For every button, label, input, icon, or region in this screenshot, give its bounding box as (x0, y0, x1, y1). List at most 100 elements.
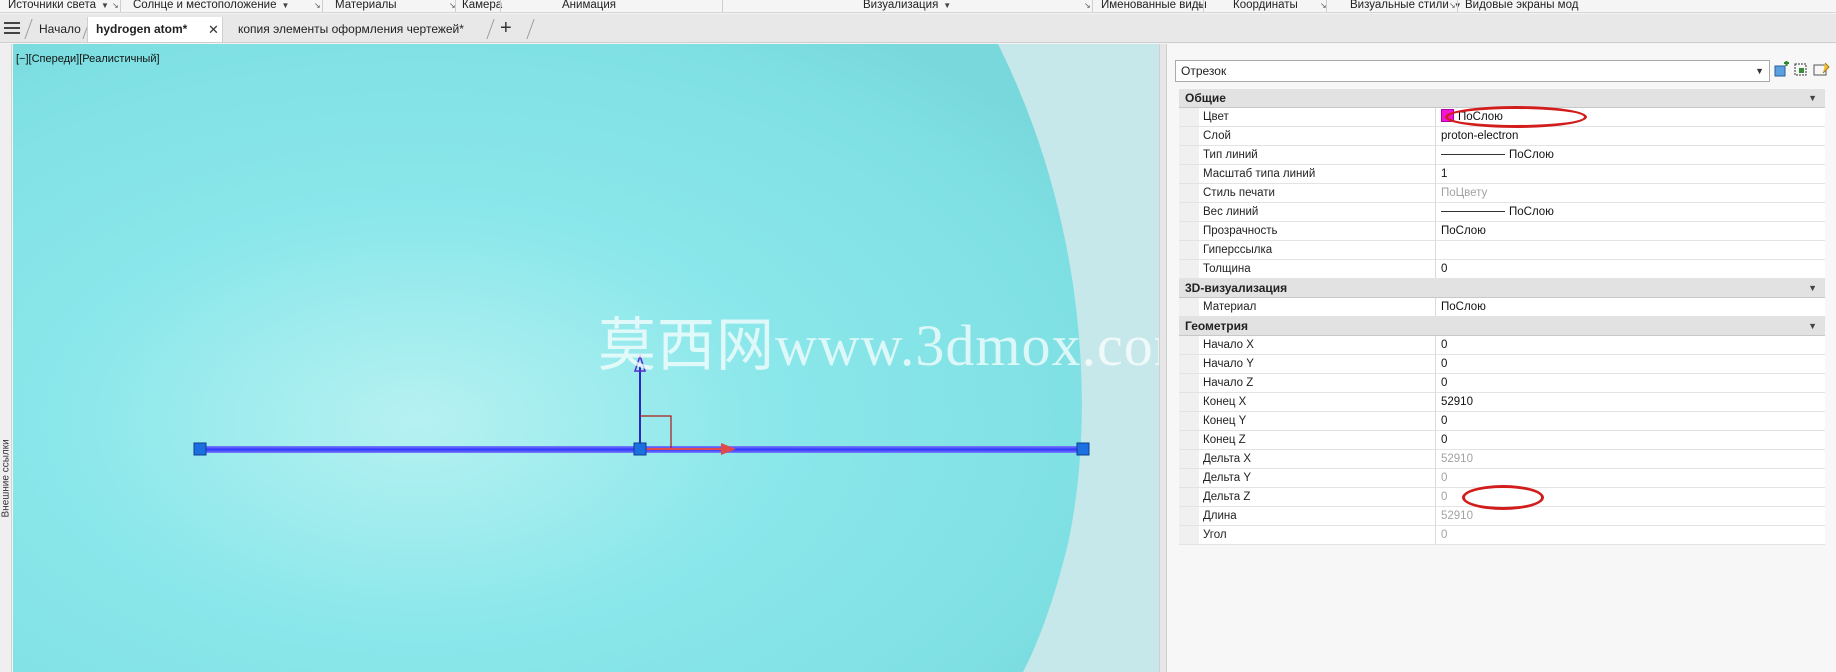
property-row[interactable]: Дельта Y 0 (1179, 469, 1825, 488)
row-gutter (1179, 127, 1199, 145)
property-value-text: 0 (1441, 472, 1448, 484)
property-name: Слой (1199, 127, 1436, 145)
property-row[interactable]: Цвет ПоСлою (1179, 108, 1825, 127)
property-row[interactable]: Материал ПоСлою (1179, 298, 1825, 317)
object-type-select[interactable]: Отрезок ▼ (1175, 60, 1770, 82)
property-row[interactable]: Начало Y 0 (1179, 355, 1825, 374)
close-tab-icon[interactable]: ✕ (208, 17, 219, 42)
property-row[interactable]: Конец Y 0 (1179, 412, 1825, 431)
tab-start[interactable]: Начало (31, 17, 89, 42)
panel-launcher-icon[interactable]: ↘ (1196, 1, 1203, 10)
property-name: Стиль печати (1199, 184, 1436, 202)
property-value[interactable]: 0 (1437, 374, 1825, 392)
section-header[interactable]: 3D-визуализация ▼ (1179, 279, 1825, 298)
ribbon-separator (1203, 0, 1204, 12)
property-row[interactable]: Начало X 0 (1179, 336, 1825, 355)
property-row[interactable]: Длина 52910 (1179, 507, 1825, 526)
section-header[interactable]: Общие ▼ (1179, 89, 1825, 108)
property-row[interactable]: Дельта X 52910 (1179, 450, 1825, 469)
ribbon-panel-label: Визуализация (863, 0, 939, 11)
color-swatch-icon (1441, 109, 1454, 122)
row-gutter (1179, 374, 1199, 392)
property-value[interactable]: 0 (1437, 412, 1825, 430)
panel-launcher-icon[interactable]: ↘ (1449, 1, 1456, 10)
property-row[interactable]: Конец Z 0 (1179, 431, 1825, 450)
property-name: Начало Z (1199, 374, 1436, 392)
toggle-pickadd-icon[interactable] (1773, 61, 1791, 79)
panel-launcher-icon[interactable]: ↘ (314, 1, 321, 10)
property-row[interactable]: Вес линий ПоСлою (1179, 203, 1825, 222)
grip-mid-point[interactable] (633, 442, 647, 456)
row-gutter (1179, 450, 1199, 468)
menu-icon[interactable] (4, 22, 20, 34)
property-value-text: proton-electron (1441, 130, 1519, 142)
property-row[interactable]: Стиль печати ПоЦвету (1179, 184, 1825, 203)
tab-hydrogen-atom[interactable]: hydrogen atom* (87, 17, 223, 42)
property-value-text: 0 (1441, 434, 1448, 446)
property-value[interactable]: 0 (1437, 355, 1825, 373)
section-header[interactable]: Геометрия ▼ (1179, 317, 1825, 336)
ribbon-panel-8[interactable]: Координаты (1233, 0, 1298, 12)
property-value[interactable]: ПоСлою (1437, 108, 1825, 126)
chevron-down-icon[interactable]: ▼ (282, 1, 290, 10)
ribbon-panel-2[interactable]: Солнце и местоположение ▼ (133, 0, 290, 12)
drawing-viewport[interactable]: [−][Спереди][Реалистичный] 莫西网www.3dmox.… (13, 44, 1159, 672)
property-value[interactable]: proton-electron (1437, 127, 1825, 145)
property-value[interactable]: ПоСлою (1437, 222, 1825, 240)
tab-drawing-elements-copy[interactable]: копия элементы оформления чертежей* (230, 17, 472, 42)
select-objects-icon[interactable] (1793, 61, 1811, 79)
external-references-strip[interactable]: Внешние ссылки (0, 44, 12, 672)
row-gutter (1179, 336, 1199, 354)
panel-launcher-icon[interactable]: ↘ (112, 1, 119, 10)
property-value: 52910 (1437, 507, 1825, 525)
property-value[interactable]: 1 (1437, 165, 1825, 183)
property-row[interactable]: Угол 0 (1179, 526, 1825, 545)
ribbon-panel-9[interactable]: Визуальные стили▼ (1350, 0, 1462, 12)
ribbon-panel-1[interactable]: Источники света ▼ (8, 0, 109, 12)
chevron-down-icon[interactable]: ▼ (1755, 61, 1764, 81)
property-value[interactable]: ПоСлою (1437, 298, 1825, 316)
panel-launcher-icon[interactable]: ↘ (449, 1, 456, 10)
ribbon-panel-7[interactable]: Именованные виды (1101, 0, 1207, 12)
property-row[interactable]: Слой proton-electron (1179, 127, 1825, 146)
new-tab-icon[interactable]: + (500, 16, 512, 41)
ribbon-panel-10[interactable]: Видовые экраны мод (1465, 0, 1578, 12)
property-row[interactable]: Дельта Z 0 (1179, 488, 1825, 507)
grip-start-point[interactable] (193, 442, 207, 456)
property-value[interactable]: 0 (1437, 336, 1825, 354)
grip-end-point[interactable] (1076, 442, 1090, 456)
property-name: Длина (1199, 507, 1436, 525)
document-tab-bar: Начало hydrogen atom* ✕ копия элементы о… (0, 14, 1836, 43)
property-value[interactable]: ПоСлою (1437, 203, 1825, 221)
viewport-controls-label[interactable]: [−][Спереди][Реалистичный] (16, 53, 160, 65)
property-row[interactable]: Тип линий ПоСлою (1179, 146, 1825, 165)
property-row[interactable]: Толщина 0 (1179, 260, 1825, 279)
line-sample-icon (1441, 154, 1505, 155)
ribbon-panel-5[interactable]: Анимация (562, 0, 616, 12)
property-row[interactable]: Гиперссылка (1179, 241, 1825, 260)
ribbon-panel-4[interactable]: Камера (462, 0, 502, 12)
chevron-down-icon[interactable]: ▼ (943, 1, 951, 10)
property-row[interactable]: Прозрачность ПоСлою (1179, 222, 1825, 241)
ribbon-separator (1092, 0, 1093, 12)
property-row[interactable]: Конец X 52910 (1179, 393, 1825, 412)
palette-splitter[interactable] (1159, 44, 1167, 672)
panel-launcher-icon[interactable]: ↘ (1320, 1, 1327, 10)
collapse-icon[interactable]: ▼ (1808, 279, 1817, 298)
property-row[interactable]: Масштаб типа линий 1 (1179, 165, 1825, 184)
property-name: Конец Y (1199, 412, 1436, 430)
property-value[interactable]: ПоСлою (1437, 146, 1825, 164)
collapse-icon[interactable]: ▼ (1808, 317, 1817, 336)
row-gutter (1179, 488, 1199, 506)
ribbon-panel-6[interactable]: Визуализация ▼ (863, 0, 951, 12)
property-value[interactable]: 0 (1437, 431, 1825, 449)
chevron-down-icon[interactable]: ▼ (101, 1, 109, 10)
property-value[interactable] (1437, 241, 1825, 259)
property-value[interactable]: 52910 (1437, 393, 1825, 411)
property-value[interactable]: 0 (1437, 260, 1825, 278)
ribbon-panel-3[interactable]: Материалы (335, 0, 397, 12)
quick-select-icon[interactable] (1813, 61, 1831, 79)
property-row[interactable]: Начало Z 0 (1179, 374, 1825, 393)
collapse-icon[interactable]: ▼ (1808, 89, 1817, 108)
panel-launcher-icon[interactable]: ↘ (1084, 1, 1091, 10)
